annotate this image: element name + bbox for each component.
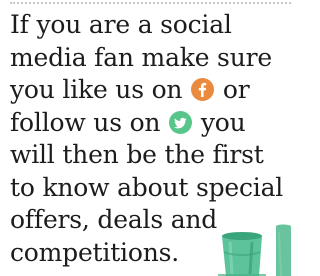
promo-text-fragment: follow us on [10,107,169,137]
dotted-divider [10,2,291,4]
promo-line-with-twitter: follow us on you [10,107,291,140]
promo-line-with-facebook: you like us on or [10,74,291,107]
twitter-icon[interactable] [169,110,193,134]
promo-text-fragment: or [215,75,250,104]
promo-text-fragment: you like us on [10,75,191,104]
cups-illustration-icon [218,224,291,276]
promo-line: will then be the first [10,140,264,169]
promo-line: to know about special [10,172,284,202]
promo-line: If you are a social [10,10,232,39]
promo-line: media fan make sure [10,42,272,72]
facebook-icon[interactable] [191,78,215,101]
promo-text-fragment: you [193,107,246,137]
